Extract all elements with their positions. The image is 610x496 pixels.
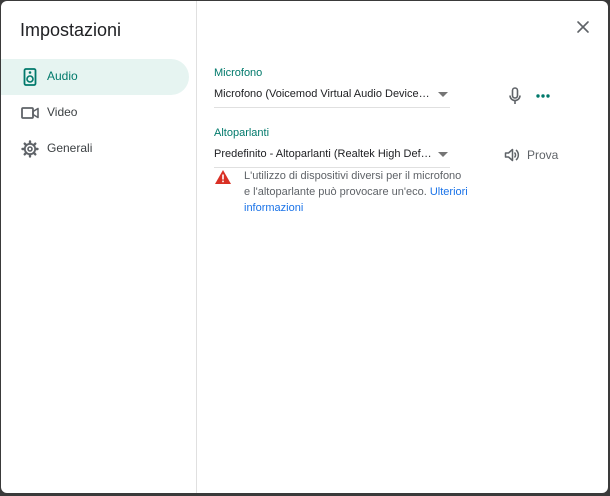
settings-sidebar: Impostazioni Audio Video Generali: [1, 1, 197, 493]
mic-test-button[interactable]: [504, 85, 526, 107]
sidebar-item-audio[interactable]: Audio: [1, 59, 189, 95]
dialog-title: Impostazioni: [20, 20, 122, 40]
settings-dialog: Impostazioni Audio Video Generali Microf…: [1, 1, 608, 493]
more-icon: [532, 94, 554, 111]
warning-icon: [214, 169, 232, 185]
videocam-icon: [20, 103, 40, 123]
sidebar-item-label: Generali: [47, 141, 93, 155]
sidebar-item-label: Audio: [47, 69, 78, 83]
microphone-section-label: Microfono: [214, 67, 263, 79]
mic-icon: [504, 87, 526, 111]
speakers-selected-value: Predefinito - Altoparlanti (Realtek High…: [214, 148, 432, 160]
chevron-down-icon: [438, 92, 448, 97]
more-options-button[interactable]: [532, 85, 554, 107]
close-icon: [572, 21, 594, 42]
speaker-icon: [20, 67, 40, 87]
echo-warning-message: L'utilizzo di dispositivi diversi per il…: [244, 168, 469, 216]
chevron-down-icon: [438, 152, 448, 157]
volume-icon: [503, 146, 521, 164]
gear-icon: [20, 139, 40, 159]
speakers-select[interactable]: Predefinito - Altoparlanti (Realtek High…: [214, 143, 450, 168]
test-speakers-button[interactable]: Prova: [501, 144, 563, 166]
close-button[interactable]: [572, 16, 594, 38]
test-speakers-label: Prova: [527, 148, 559, 162]
warning-text: L'utilizzo di dispositivi diversi per il…: [244, 170, 462, 198]
sidebar-item-video[interactable]: Video: [1, 95, 189, 131]
microphone-select[interactable]: Microfono (Voicemod Virtual Audio Device…: [214, 83, 450, 108]
sidebar-item-general[interactable]: Generali: [1, 131, 189, 167]
speakers-section-label: Altoparlanti: [214, 127, 270, 139]
microphone-selected-value: Microfono (Voicemod Virtual Audio Device…: [214, 88, 432, 100]
sidebar-item-label: Video: [47, 105, 78, 119]
